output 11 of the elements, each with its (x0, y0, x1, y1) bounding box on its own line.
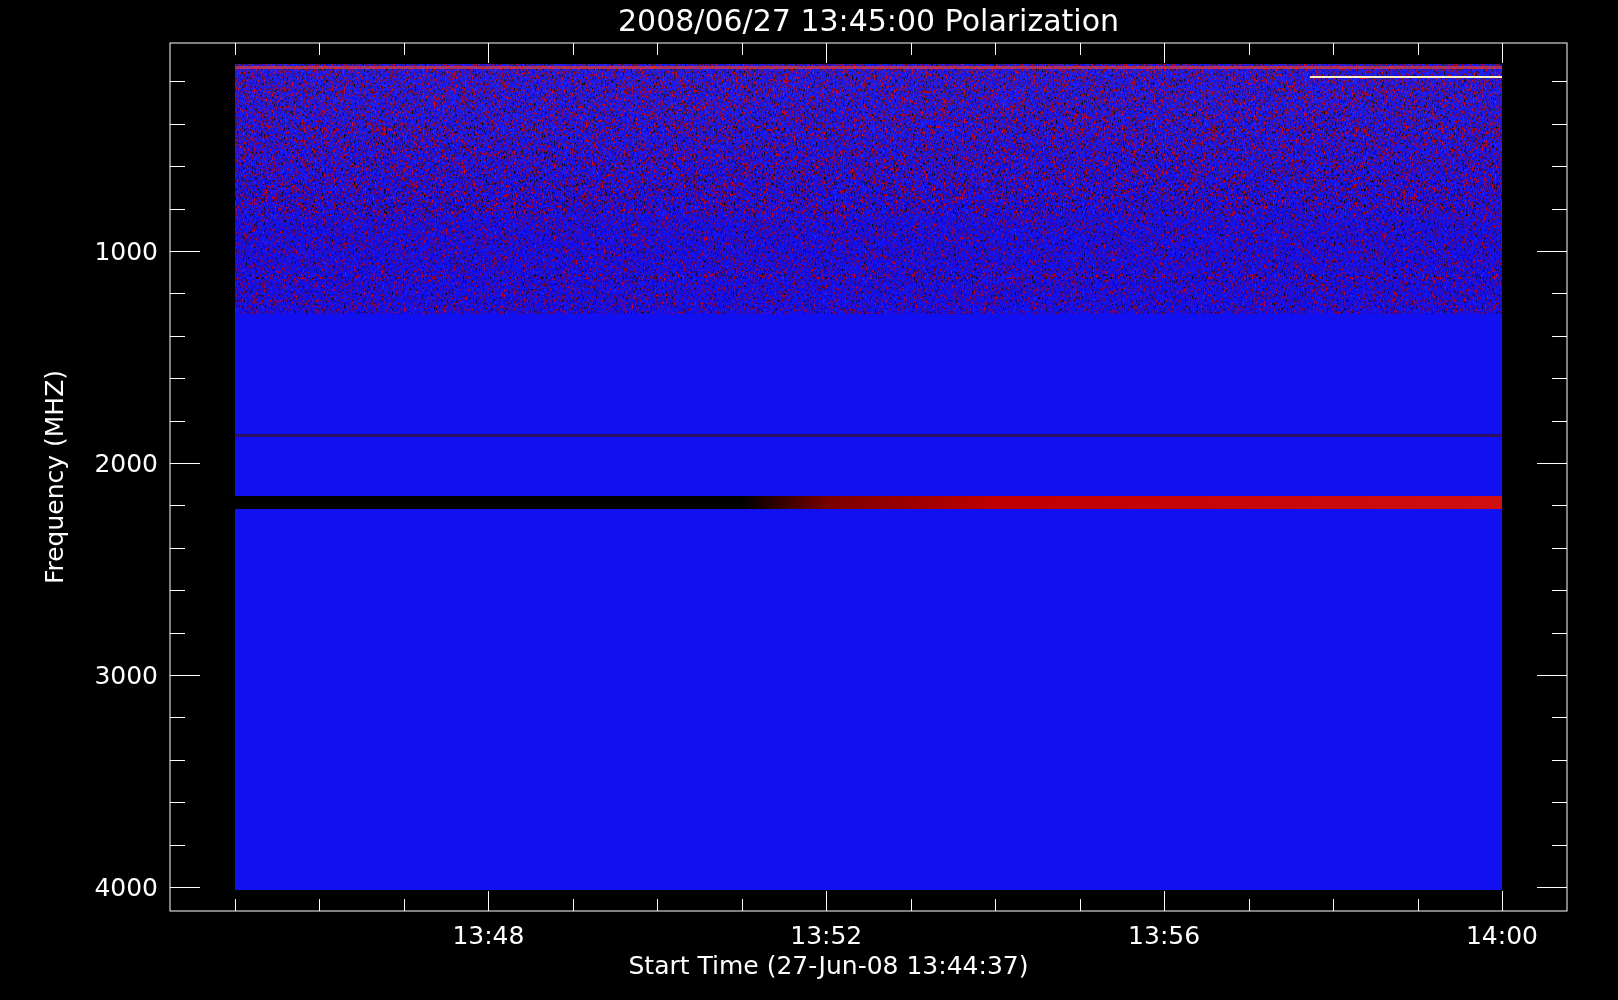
x-tick-label: 13:56 (1128, 921, 1201, 950)
x-tick-label: 14:00 (1466, 921, 1538, 950)
x-axis-label: Start Time (27-Jun-08 13:44:37) (628, 951, 1029, 980)
y-axis-label: Frequency (MHZ) (40, 369, 69, 585)
y-tick-label: 1000 (94, 237, 158, 266)
x-tick-label: 13:48 (452, 921, 525, 950)
y-tick-label: 4000 (94, 873, 158, 902)
y-tick-label: 2000 (94, 449, 158, 478)
y-tick-label: 3000 (94, 661, 158, 690)
x-tick-label: 13:52 (790, 921, 863, 950)
chart-title: 2008/06/27 13:45:00 Polarization (617, 3, 1120, 38)
